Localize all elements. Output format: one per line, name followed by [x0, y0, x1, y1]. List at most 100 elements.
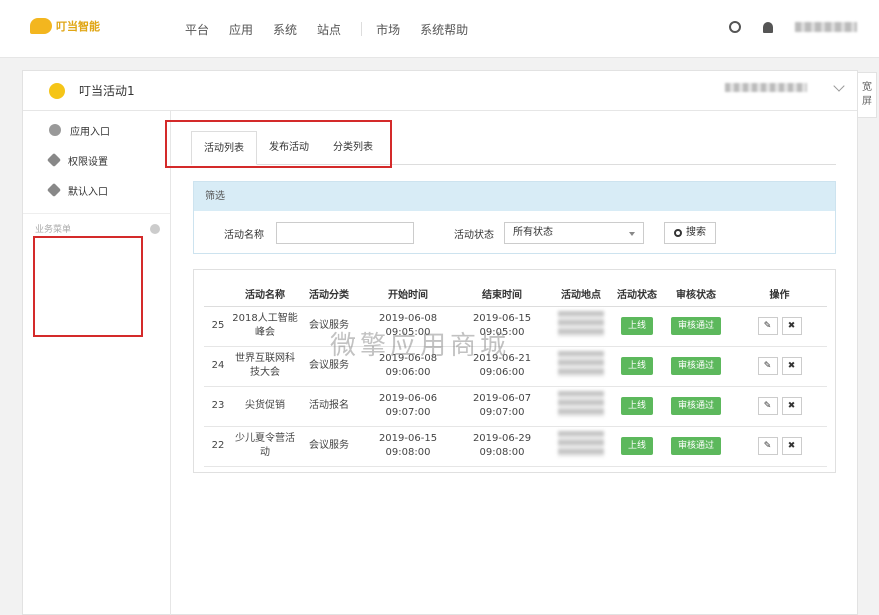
app-panel: 叮当活动1 应用入口 权限设置 默认入口 业务菜单 活动列表 发布活动 分类列表… [22, 70, 858, 615]
nav-help[interactable]: 系统帮助 [420, 21, 468, 38]
edit-icon[interactable]: ✎ [757, 317, 778, 335]
row-location [558, 430, 604, 457]
app-name: 叮当活动1 [79, 84, 135, 98]
highlight-box [33, 236, 143, 337]
filter-panel: 筛选 活动名称 活动状态 所有状态 搜索 [193, 181, 836, 254]
activity-table: 活动名称 活动分类 开始时间 结束时间 活动地点 活动状态 审核状态 操作 25… [193, 269, 836, 473]
filter-title: 筛选 [194, 182, 835, 211]
col-review: 审核状态 [660, 282, 732, 307]
panel-header: 叮当活动1 [23, 71, 857, 111]
nav-apps[interactable]: 应用 [229, 21, 253, 38]
row-end: 2019-06-07 09:07:00 [456, 386, 548, 427]
col-actions: 操作 [732, 282, 827, 307]
col-status: 活动状态 [614, 282, 660, 307]
collapse-icon[interactable] [150, 223, 160, 234]
delete-icon[interactable]: ✖ [781, 397, 802, 415]
section-label: 业务菜单 [35, 225, 72, 235]
tabs-highlight-box [165, 120, 392, 168]
app-avatar [49, 82, 65, 99]
col-category: 活动分类 [298, 282, 360, 307]
widescreen-toggle[interactable]: 宽屏 [857, 72, 877, 118]
edit-icon[interactable]: ✎ [757, 397, 778, 415]
name-label: 活动名称 [224, 229, 264, 241]
row-category: 会议服务 [298, 346, 360, 387]
chevron-down-icon[interactable] [833, 79, 845, 92]
row-start: 2019-06-08 09:06:00 [360, 346, 456, 387]
col-start: 开始时间 [360, 282, 456, 307]
logo[interactable]: 叮当智能 [30, 18, 100, 34]
business-menu-section: 业务菜单 [23, 213, 170, 235]
review-badge[interactable]: 审核通过 [670, 357, 721, 375]
row-end: 2019-06-15 09:05:00 [456, 306, 548, 347]
message-icon[interactable] [729, 21, 741, 33]
status-badge[interactable]: 上线 [620, 397, 653, 415]
row-name: 尖货促销 [232, 386, 298, 427]
delete-icon[interactable]: ✖ [781, 357, 802, 375]
delete-icon[interactable]: ✖ [781, 317, 802, 335]
search-icon [674, 229, 682, 237]
logo-icon [30, 18, 52, 34]
status-badge[interactable]: 上线 [620, 437, 653, 455]
status-label: 活动状态 [454, 229, 494, 241]
bell-icon[interactable] [763, 21, 773, 33]
row-id: 22 [204, 426, 232, 467]
account-switcher[interactable] [725, 79, 845, 92]
table-row: 25 2018人工智能峰会 会议服务 2019-06-08 09:05:00 2… [204, 306, 827, 347]
review-badge[interactable]: 审核通过 [670, 397, 721, 415]
delete-icon[interactable]: ✖ [781, 437, 802, 455]
user-menu[interactable] [795, 22, 857, 32]
status-select[interactable]: 所有状态 [504, 222, 644, 244]
col-end: 结束时间 [456, 282, 548, 307]
status-badge[interactable]: 上线 [620, 317, 653, 335]
nav-site[interactable]: 站点 [317, 21, 341, 38]
review-badge[interactable]: 审核通过 [670, 317, 721, 335]
row-category: 会议服务 [298, 306, 360, 347]
top-nav: 平台 应用 系统 站点 市场 系统帮助 [185, 21, 488, 38]
nav-divider [361, 22, 363, 36]
nav-system[interactable]: 系统 [273, 21, 297, 38]
sidebar-item-app-entry[interactable]: 应用入口 [23, 115, 170, 145]
logo-text: 叮当智能 [56, 20, 100, 33]
row-id: 23 [204, 386, 232, 427]
sidebar-item-label: 权限设置 [68, 156, 108, 168]
table-row: 22 少儿夏令营活动 会议服务 2019-06-15 09:08:00 2019… [204, 426, 827, 467]
nav-market[interactable]: 市场 [376, 21, 400, 38]
sidebar-item-default-entry[interactable]: 默认入口 [23, 175, 170, 205]
top-icons [729, 21, 857, 33]
edit-icon[interactable]: ✎ [757, 437, 778, 455]
edit-icon[interactable]: ✎ [757, 357, 778, 375]
comment-icon [49, 124, 61, 136]
col-location: 活动地点 [548, 282, 614, 307]
col-id [204, 282, 232, 307]
row-start: 2019-06-08 09:05:00 [360, 306, 456, 347]
gear-icon [46, 182, 62, 198]
table-header: 活动名称 活动分类 开始时间 结束时间 活动地点 活动状态 审核状态 操作 [204, 282, 827, 307]
top-bar: 叮当智能 平台 应用 系统 站点 市场 系统帮助 [0, 0, 879, 58]
row-name: 世界互联网科技大会 [232, 346, 298, 387]
row-id: 24 [204, 346, 232, 387]
row-start: 2019-06-15 09:08:00 [360, 426, 456, 467]
table-row: 23 尖货促销 活动报名 2019-06-06 09:07:00 2019-06… [204, 386, 827, 427]
row-name: 2018人工智能峰会 [232, 306, 298, 347]
table-row: 24 世界互联网科技大会 会议服务 2019-06-08 09:06:00 20… [204, 346, 827, 387]
account-name [725, 83, 807, 92]
row-location [558, 350, 604, 377]
nav-platform[interactable]: 平台 [185, 21, 209, 38]
search-button[interactable]: 搜索 [664, 222, 716, 244]
activity-table-grid: 活动名称 活动分类 开始时间 结束时间 活动地点 活动状态 审核状态 操作 25… [204, 282, 827, 467]
sidebar-item-permissions[interactable]: 权限设置 [23, 145, 170, 175]
row-end: 2019-06-29 09:08:00 [456, 426, 548, 467]
row-location [558, 310, 604, 337]
status-badge[interactable]: 上线 [620, 357, 653, 375]
sidebar: 应用入口 权限设置 默认入口 业务菜单 [23, 111, 171, 615]
activity-name-input[interactable] [276, 222, 414, 244]
row-id: 25 [204, 306, 232, 347]
gear-icon [46, 152, 62, 168]
review-badge[interactable]: 审核通过 [670, 437, 721, 455]
search-label: 搜索 [686, 227, 706, 238]
row-location [558, 390, 604, 417]
row-start: 2019-06-06 09:07:00 [360, 386, 456, 427]
row-category: 会议服务 [298, 426, 360, 467]
row-end: 2019-06-21 09:06:00 [456, 346, 548, 387]
row-category: 活动报名 [298, 386, 360, 427]
